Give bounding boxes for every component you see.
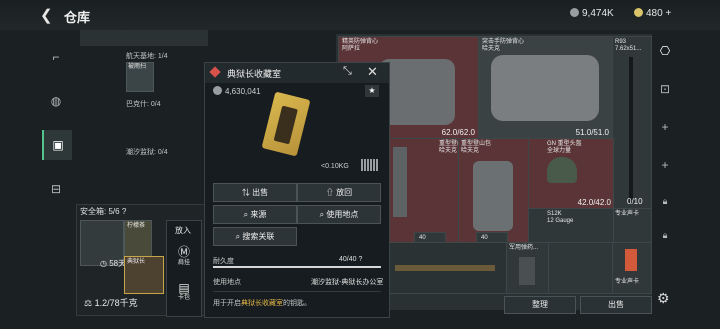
- left-top-row: [80, 30, 208, 46]
- shoulder-option[interactable]: Ⓜ 肩挂: [171, 243, 197, 275]
- use-location-value: 潮汐监狱-典狱长办公室: [311, 279, 384, 286]
- collapse-icon[interactable]: ⤡: [343, 65, 352, 78]
- pro-image: [625, 249, 637, 271]
- armor-item-2[interactable]: 突击手防弹背心 哈夫克 51.0/51.0: [478, 36, 614, 140]
- toolbox-icon[interactable]: ⊟: [42, 174, 70, 204]
- use-location-button[interactable]: ⌕ 使用地点: [297, 205, 381, 224]
- backpack-image: [473, 161, 513, 231]
- rifle-item[interactable]: R93 7.62x51...: [612, 36, 652, 210]
- helmet-item[interactable]: GN 重型头盔 全球力量 42.0/42.0: [528, 138, 614, 210]
- add-currency-icon[interactable]: +: [665, 8, 671, 19]
- rifle-image: [629, 57, 633, 203]
- timer-badge: ◷ 58天: [100, 259, 127, 268]
- plus-icon[interactable]: +: [655, 120, 675, 134]
- grid-size-icon: [361, 159, 379, 171]
- search-icon: ⌕: [243, 210, 249, 219]
- right-rail: ⎔ ⊡ + + 🔒︎ 🔒︎: [655, 40, 677, 300]
- search-icon: ⌕: [235, 232, 241, 241]
- sniper-image: [395, 265, 495, 271]
- armor-image: [379, 59, 455, 125]
- shotgun-item[interactable]: S12K 12 Gauge: [528, 208, 614, 244]
- item-weight: <0.10KG: [321, 163, 349, 170]
- pistol-icon[interactable]: ⌐: [42, 42, 70, 72]
- sell-all-button[interactable]: 出售: [580, 296, 652, 314]
- durability-bar: [213, 266, 381, 268]
- plus-icon[interactable]: +: [655, 158, 675, 172]
- item-description: 用于开启典狱长收藏室的钥匙。: [213, 300, 311, 307]
- section-label: 巴克什: 0/4: [126, 101, 161, 108]
- item-name: 典狱长收藏室: [227, 69, 282, 79]
- item-value: 4,630,041: [213, 86, 261, 96]
- durability-fill: [213, 266, 381, 268]
- safe-box-title: 安全箱: 5/6 ?: [80, 207, 127, 216]
- safe-item-tea[interactable]: 柠檬茶: [124, 220, 152, 258]
- favorite-star-icon[interactable]: ★: [365, 85, 379, 97]
- sort-button[interactable]: 整理: [504, 296, 576, 314]
- help-icon[interactable]: ?: [358, 256, 362, 263]
- card-bag-option[interactable]: ▤ 卡包: [171, 281, 197, 313]
- backpack-item-2[interactable]: 重型登山包 哈夫克: [458, 138, 530, 244]
- putback-button[interactable]: ⇧ 放回: [297, 183, 381, 202]
- shoulder-icon: Ⓜ: [177, 245, 190, 259]
- put-in-title: 放入: [175, 226, 191, 235]
- helmet-image: [547, 157, 577, 183]
- section-label: 航天基地: 1/4: [126, 53, 168, 60]
- durability-value: 40/40 ?: [339, 256, 363, 263]
- item-detail-modal: 典狱长收藏室 ⤡ ✕ 4,630,041 ★ <0.10KG ⇅ 出售 ⇧ 放回…: [204, 62, 390, 318]
- ammo-item[interactable]: 0/10 专业声卡: [612, 197, 652, 244]
- gear-icon[interactable]: ⚙: [657, 290, 670, 307]
- weight-icon: ⚖: [84, 298, 93, 308]
- armor-image: [491, 55, 599, 121]
- sell-button[interactable]: ⇅ 出售: [213, 183, 297, 202]
- sniper-item[interactable]: [388, 242, 508, 294]
- divider: [213, 291, 381, 292]
- page-title: 仓库: [64, 10, 91, 25]
- key-card-image: [261, 91, 311, 157]
- category-rail: ⌐ ◍ ▣ ⊟: [42, 34, 72, 224]
- sell-icon: ⇅: [241, 188, 250, 197]
- card-bag-icon: ▤: [178, 281, 190, 295]
- grenade-icon[interactable]: ◍: [42, 86, 70, 116]
- section-label: 潮汐监狱: 0/4: [126, 149, 168, 156]
- source-button[interactable]: ⌕ 来源: [213, 205, 297, 224]
- backpack-icon[interactable]: ⎔: [655, 44, 675, 58]
- back-arrow-icon[interactable]: ❮: [40, 6, 53, 24]
- capacity-label: ⚖ 1.2/78千克: [84, 298, 138, 308]
- lock-icon[interactable]: 🔒︎: [655, 196, 675, 207]
- radio-item[interactable]: 军用弹药...: [506, 242, 550, 294]
- backpack-image: [393, 147, 407, 217]
- search-related-button[interactable]: ⌕ 搜索关联: [213, 227, 297, 246]
- radio-image: [519, 257, 535, 285]
- backpack-item[interactable]: 重型登山包 哈夫克: [388, 138, 469, 244]
- vest-icon[interactable]: ▣: [42, 130, 72, 160]
- close-icon[interactable]: ✕: [367, 64, 378, 80]
- upload-icon: ⇧: [325, 188, 334, 197]
- lock-icon[interactable]: 🔒︎: [655, 230, 675, 241]
- marker-icon[interactable]: ⊡: [655, 82, 675, 96]
- silver-coin-icon: [570, 8, 579, 17]
- put-in-menu: 放入 Ⓜ 肩挂 ▤ 卡包: [166, 220, 202, 317]
- search-icon: ⌕: [319, 210, 325, 219]
- use-location-label: 使用地点: [213, 279, 241, 286]
- currency-gold[interactable]: 480 +: [634, 8, 671, 19]
- gold-coin-icon: [634, 8, 643, 17]
- pro-item[interactable]: 专业声卡: [612, 242, 652, 294]
- safe-item-warden-key[interactable]: 典狱长: [124, 256, 164, 294]
- ammo-count: 0/10: [627, 197, 643, 206]
- gun-item-3[interactable]: [548, 242, 614, 294]
- currency-silver: 9,474K: [570, 8, 614, 19]
- small-item[interactable]: 被雨扫: [126, 62, 154, 92]
- durability-label: 耐久度: [213, 258, 234, 265]
- silver-coin-icon: [213, 86, 222, 95]
